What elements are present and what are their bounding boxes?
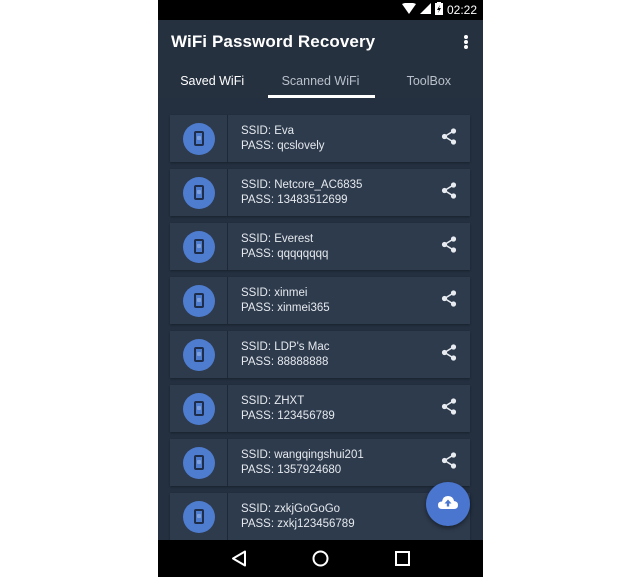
wifi-list-item[interactable]: SSID: Eva PASS: qcslovely: [170, 115, 470, 162]
wifi-list-item[interactable]: SSID: xinmei PASS: xinmei365: [170, 277, 470, 324]
ssid-text: SSID: Eva: [241, 125, 295, 137]
wifi-icon: [401, 2, 416, 17]
battery-charging-icon: [434, 2, 443, 18]
status-bar: 02:22: [158, 0, 483, 20]
phone-wifi-icon: [182, 338, 215, 371]
share-button[interactable]: [428, 277, 470, 324]
ssid-text: SSID: ZHXT: [241, 395, 305, 407]
share-icon: [441, 127, 457, 150]
status-time: 02:22: [446, 3, 477, 17]
item-icon-cell: [170, 277, 228, 324]
password-text: PASS: 1357924680: [241, 464, 342, 476]
phone-wifi-icon: [182, 500, 215, 533]
phone-wifi-icon: [182, 392, 215, 425]
share-button[interactable]: [428, 385, 470, 432]
password-text: PASS: zxkj123456789: [241, 518, 355, 530]
item-info: SSID: xinmei PASS: xinmei365: [228, 277, 428, 324]
wifi-list-item[interactable]: SSID: Everest PASS: qqqqqqqq: [170, 223, 470, 270]
item-info: SSID: Netcore_AC6835 PASS: 13483512699: [228, 169, 428, 216]
share-icon: [441, 289, 457, 312]
wifi-list-item[interactable]: SSID: LDP's Mac PASS: 88888888: [170, 331, 470, 378]
phone-wifi-icon: [182, 176, 215, 209]
more-vert-icon[interactable]: [459, 32, 473, 52]
share-icon: [441, 181, 457, 204]
app-title: WiFi Password Recovery: [171, 32, 376, 51]
password-text: PASS: 88888888: [241, 356, 329, 368]
share-icon: [441, 397, 457, 420]
phone-wifi-icon: [182, 122, 215, 155]
navigation-bar: [158, 540, 483, 577]
tab-bar: Saved WiFi Scanned WiFi ToolBox: [158, 62, 483, 98]
cloud-upload-button[interactable]: [426, 482, 470, 526]
ssid-text: SSID: LDP's Mac: [241, 341, 330, 353]
recents-icon[interactable]: [390, 547, 414, 571]
phone-screen: 02:22 WiFi Password Recovery Saved WiFi …: [158, 0, 483, 577]
tab-saved-wifi[interactable]: Saved WiFi: [158, 62, 266, 98]
password-text: PASS: xinmei365: [241, 302, 330, 314]
item-icon-cell: [170, 223, 228, 270]
share-button[interactable]: [428, 331, 470, 378]
wifi-list-item[interactable]: SSID: zxkjGoGoGo PASS: zxkj123456789: [170, 493, 470, 540]
tab-toolbox[interactable]: ToolBox: [375, 62, 483, 98]
item-info: SSID: LDP's Mac PASS: 88888888: [228, 331, 428, 378]
wifi-list-item[interactable]: SSID: Netcore_AC6835 PASS: 13483512699: [170, 169, 470, 216]
item-info: SSID: zxkjGoGoGo PASS: zxkj123456789: [228, 493, 428, 540]
item-icon-cell: [170, 115, 228, 162]
cloud-upload-icon: [438, 495, 458, 514]
item-info: SSID: Eva PASS: qcslovely: [228, 115, 428, 162]
share-icon: [441, 343, 457, 366]
ssid-text: SSID: Netcore_AC6835: [241, 179, 363, 191]
item-icon-cell: [170, 493, 228, 540]
phone-wifi-icon: [182, 446, 215, 479]
app-bar: WiFi Password Recovery Saved WiFi Scanne…: [158, 20, 483, 98]
wifi-list-item[interactable]: SSID: wangqingshui201 PASS: 1357924680: [170, 439, 470, 486]
password-text: PASS: 13483512699: [241, 194, 348, 206]
share-button[interactable]: [428, 223, 470, 270]
phone-wifi-icon: [182, 284, 215, 317]
item-info: SSID: ZHXT PASS: 123456789: [228, 385, 428, 432]
password-text: PASS: qcslovely: [241, 140, 325, 152]
cell-signal-icon: [419, 3, 431, 17]
ssid-text: SSID: wangqingshui201: [241, 449, 364, 461]
item-info: SSID: Everest PASS: qqqqqqqq: [228, 223, 428, 270]
wifi-list-item[interactable]: SSID: ZHXT PASS: 123456789: [170, 385, 470, 432]
password-text: PASS: qqqqqqqq: [241, 248, 329, 260]
tab-scanned-wifi[interactable]: Scanned WiFi: [266, 62, 374, 98]
share-icon: [441, 235, 457, 258]
item-info: SSID: wangqingshui201 PASS: 1357924680: [228, 439, 428, 486]
password-text: PASS: 123456789: [241, 410, 335, 422]
item-icon-cell: [170, 169, 228, 216]
share-button[interactable]: [428, 439, 470, 486]
phone-wifi-icon: [182, 230, 215, 263]
ssid-text: SSID: zxkjGoGoGo: [241, 503, 341, 515]
share-button[interactable]: [428, 169, 470, 216]
wifi-list[interactable]: SSID: Eva PASS: qcslovely SSID: Netcore_AC…: [158, 98, 483, 540]
ssid-text: SSID: Everest: [241, 233, 314, 245]
item-icon-cell: [170, 331, 228, 378]
ssid-text: SSID: xinmei: [241, 287, 308, 299]
home-icon[interactable]: [308, 547, 332, 571]
item-icon-cell: [170, 439, 228, 486]
share-icon: [441, 451, 457, 474]
back-icon[interactable]: [227, 547, 251, 571]
share-button[interactable]: [428, 115, 470, 162]
item-icon-cell: [170, 385, 228, 432]
